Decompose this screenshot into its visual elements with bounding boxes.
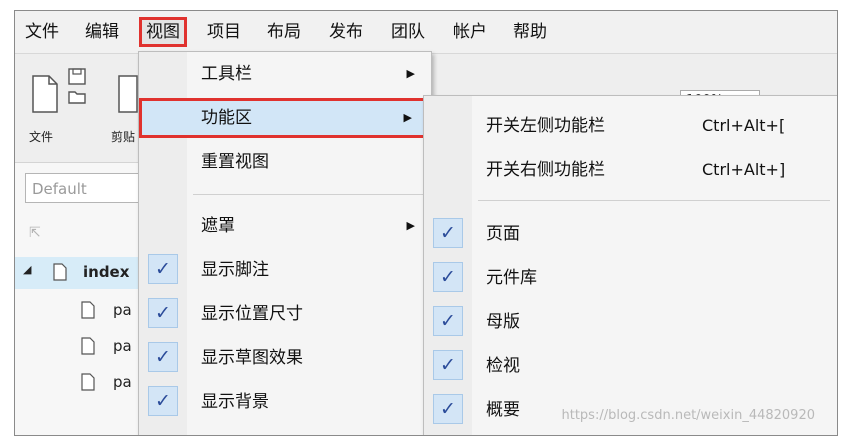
menu-item-masters-panel[interactable]: ✓ 母版	[424, 302, 837, 342]
tree-label-child: pa	[113, 337, 132, 355]
check-icon: ✓	[433, 262, 463, 292]
menu-item-libraries-panel[interactable]: ✓ 元件库	[424, 258, 837, 298]
tree-row-child[interactable]: pa	[81, 299, 141, 325]
menu-item-label: 功能区	[201, 108, 252, 128]
menu-team[interactable]: 团队	[387, 17, 429, 47]
cut-doc-icon[interactable]	[117, 74, 139, 114]
menu-publish[interactable]: 发布	[325, 17, 367, 47]
menu-item-label: 工具栏	[201, 64, 252, 84]
save-icon[interactable]	[67, 68, 89, 86]
menu-item-show-footnotes[interactable]: ✓ 显示脚注	[139, 250, 431, 290]
check-icon: ✓	[148, 298, 178, 328]
menu-separator	[193, 194, 423, 195]
menu-item-label: 遮罩	[201, 216, 235, 236]
menu-file[interactable]: 文件	[21, 17, 63, 47]
check-icon: ✓	[433, 350, 463, 380]
menu-item-label: 开关右侧功能栏	[486, 160, 605, 180]
check-icon: ✓	[433, 218, 463, 248]
menu-item-shortcut: Ctrl+Alt+]	[702, 160, 786, 179]
menu-item-label: 元件库	[486, 268, 537, 288]
menu-item-label: 检视	[486, 356, 520, 376]
tree-row-child[interactable]: pa	[81, 371, 141, 397]
menu-view[interactable]: 视图	[139, 17, 187, 47]
menu-item-ribbon[interactable]: 功能区 ▶	[139, 98, 431, 138]
watermark: https://blog.csdn.net/weixin_44820920	[561, 408, 815, 423]
menu-item-label: 显示位置尺寸	[201, 304, 303, 324]
menu-item-label: 开关左侧功能栏	[486, 116, 605, 136]
expand-arrow-icon[interactable]: ◢	[23, 263, 31, 276]
panels-submenu: 开关左侧功能栏 Ctrl+Alt+[ 开关右侧功能栏 Ctrl+Alt+] ✓ …	[423, 95, 837, 435]
tree-row-index[interactable]: ◢ index	[15, 257, 139, 289]
menu-item-label: 显示草图效果	[201, 348, 303, 368]
page-icon	[81, 373, 95, 391]
tree-label-child: pa	[113, 373, 132, 391]
menu-item-show-position-size[interactable]: ✓ 显示位置尺寸	[139, 294, 431, 334]
check-icon: ✓	[148, 342, 178, 372]
menu-edit[interactable]: 编辑	[81, 17, 123, 47]
menu-item-mask[interactable]: 遮罩 ▶	[139, 206, 431, 246]
menu-item-toggle-left-panel[interactable]: 开关左侧功能栏 Ctrl+Alt+[	[424, 106, 837, 146]
page-icon	[81, 301, 95, 319]
check-icon: ✓	[433, 394, 463, 424]
application-window: 文件 编辑 视图 项目 布局 发布 团队 帐户 帮助 文件 剪贴 100% De…	[14, 10, 838, 436]
tree-label-index: index	[83, 263, 130, 281]
menu-item-shortcut: Ctrl+Alt+[	[702, 116, 786, 135]
menu-item-label: 显示脚注	[201, 260, 269, 280]
collapse-arrow-icon[interactable]: ⇱	[29, 225, 41, 241]
submenu-arrow-icon: ▶	[406, 219, 415, 232]
menu-item-toggle-right-panel[interactable]: 开关右侧功能栏 Ctrl+Alt+]	[424, 150, 837, 190]
tree-label-child: pa	[113, 301, 132, 319]
menu-item-toolbar[interactable]: 工具栏 ▶	[139, 54, 431, 94]
menu-item-label: 页面	[486, 224, 520, 244]
tree-row-child[interactable]: pa	[81, 335, 141, 361]
submenu-arrow-icon: ▶	[406, 67, 415, 80]
menu-help[interactable]: 帮助	[509, 17, 551, 47]
new-file-icon[interactable]	[31, 74, 59, 114]
page-icon	[53, 263, 67, 281]
check-icon: ✓	[433, 306, 463, 336]
menu-item-inspector-panel[interactable]: ✓ 检视	[424, 346, 837, 386]
page-icon	[81, 337, 95, 355]
submenu-arrow-icon: ▶	[403, 111, 412, 124]
menu-item-pages-panel[interactable]: ✓ 页面	[424, 214, 837, 254]
open-folder-icon[interactable]	[67, 88, 89, 106]
menu-item-label: 显示背景	[201, 392, 269, 412]
menu-item-reset-view[interactable]: 重置视图	[139, 142, 431, 182]
menu-separator	[478, 200, 830, 201]
cut-tool-label: 剪贴	[111, 130, 136, 144]
menu-item-label: 重置视图	[201, 152, 269, 172]
menu-layout[interactable]: 布局	[263, 17, 305, 47]
menu-item-show-background[interactable]: ✓ 显示背景	[139, 382, 431, 422]
check-icon: ✓	[148, 254, 178, 284]
menubar: 文件 编辑 视图 项目 布局 发布 团队 帐户 帮助	[15, 11, 837, 54]
menu-project[interactable]: 项目	[203, 17, 245, 47]
menu-account[interactable]: 帐户	[449, 17, 491, 47]
menu-item-label: 概要	[486, 400, 520, 420]
check-icon: ✓	[148, 386, 178, 416]
menu-item-label: 母版	[486, 312, 520, 332]
style-select[interactable]: Default	[25, 173, 145, 203]
menu-item-show-sketch-effects[interactable]: ✓ 显示草图效果	[139, 338, 431, 378]
view-dropdown-menu: 工具栏 ▶ 功能区 ▶ 重置视图 遮罩 ▶ ✓ 显示脚注 ✓ 显示位置尺寸 ✓ …	[138, 51, 432, 435]
file-tool-label: 文件	[29, 130, 54, 144]
